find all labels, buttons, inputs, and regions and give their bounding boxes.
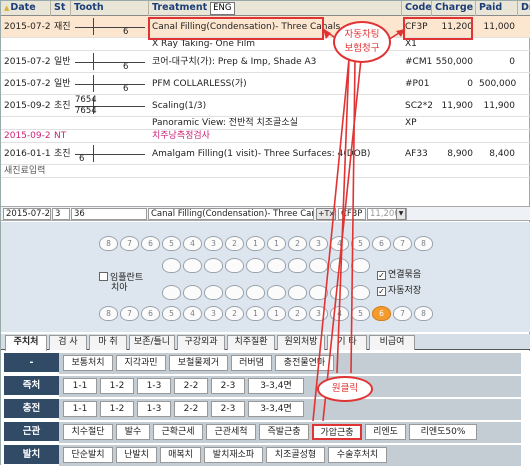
arrow-line-3 — [336, 58, 350, 374]
arrow-line-1 — [312, 58, 350, 422]
arrow-head — [323, 29, 331, 39]
callout-line-1: 자동차팅 — [344, 29, 380, 40]
auto-charting-callout: 자동차팅 보험청구 — [333, 21, 391, 63]
arrow-line-4 — [350, 58, 356, 374]
one-click-callout: 원클릭 — [317, 376, 373, 402]
dental-chart-window: ▲Date St Tooth Treatment ENG Code Charge … — [0, 0, 530, 466]
annotation-arrows — [312, 28, 406, 422]
callout-line-2: 보험청구 — [344, 43, 380, 54]
